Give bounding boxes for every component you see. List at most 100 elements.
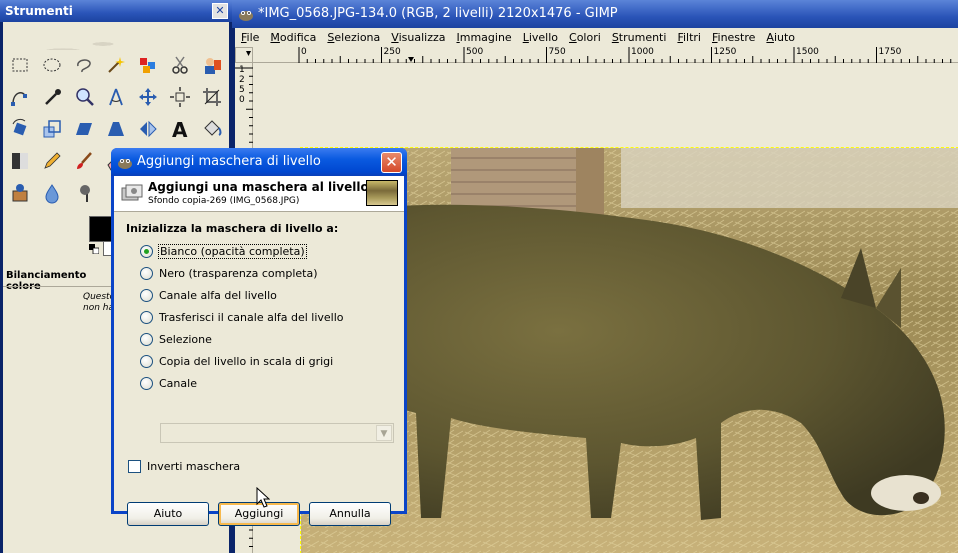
- text-tool-button[interactable]: A: [167, 116, 193, 142]
- pencil-tool-button[interactable]: [39, 148, 65, 174]
- mask-option-radio[interactable]: [140, 376, 153, 390]
- scale-tool-button[interactable]: [39, 116, 65, 142]
- ruler-h-label: 1500: [796, 47, 819, 57]
- menubar: File Modifica Seleziona Visualizza Immagine L…: [235, 28, 958, 46]
- mask-option-radio[interactable]: [140, 310, 153, 324]
- rect-select-icon: [12, 58, 28, 72]
- menu-visualizza[interactable]: Visualizza: [391, 31, 445, 44]
- menu-colori[interactable]: Colori: [569, 31, 601, 44]
- mask-option-row[interactable]: Canale: [140, 374, 197, 392]
- ellipse-select-tool-button[interactable]: [39, 52, 65, 78]
- dodge-tool-button[interactable]: [71, 180, 97, 206]
- perspective-icon: [108, 122, 124, 136]
- clone-tool-button[interactable]: [7, 180, 33, 206]
- image-window-titlebar[interactable]: *IMG_0568.JPG-134.0 (RGB, 2 livelli) 212…: [232, 0, 958, 28]
- fuzzy-select-icon: [108, 57, 125, 73]
- mask-option-label: Canale: [159, 376, 197, 390]
- flip-tool-button[interactable]: [135, 116, 161, 142]
- perspective-tool-button[interactable]: [103, 116, 129, 142]
- flip-icon: [140, 120, 157, 138]
- toolbox-close-button[interactable]: ✕: [212, 3, 228, 19]
- chevron-down-icon[interactable]: ▼: [376, 425, 392, 441]
- crop-tool-button[interactable]: [199, 84, 225, 110]
- dialog-client-area: Aggiungi una maschera al livello Sfondo …: [114, 176, 404, 526]
- channel-select[interactable]: ▼: [160, 423, 394, 443]
- dialog-close-button[interactable]: ✕: [381, 152, 402, 173]
- invert-mask-row[interactable]: Inverti maschera: [128, 458, 240, 474]
- mask-option-label: Bianco (opacità completa): [158, 243, 307, 259]
- ruler-h-label: 1250: [713, 47, 737, 57]
- dialog-header: Aggiungi una maschera al livello Sfondo …: [114, 176, 404, 212]
- layer-thumbnail: [366, 180, 398, 206]
- color-picker-icon: [45, 89, 61, 105]
- menu-seleziona[interactable]: Seleziona: [327, 31, 380, 44]
- mask-option-radio[interactable]: [140, 244, 153, 258]
- smudge-icon: [45, 184, 59, 204]
- color-picker-tool-button[interactable]: [39, 84, 65, 110]
- mask-option-row[interactable]: Bianco (opacità completa): [140, 242, 307, 260]
- rotate-icon: [12, 118, 27, 136]
- tool-options-title: Bilanciamento colore: [6, 270, 87, 292]
- menu-aiuto[interactable]: Aiuto: [766, 31, 795, 44]
- blend-tool-button[interactable]: [7, 148, 33, 174]
- gimp-icon: [239, 11, 253, 21]
- toolbox-titlebar[interactable]: Strumenti: [0, 0, 232, 22]
- rotate-tool-button[interactable]: [7, 116, 33, 142]
- menu-filtri[interactable]: Filtri: [677, 31, 701, 44]
- menu-immagine[interactable]: Immagine: [456, 31, 511, 44]
- bucket-fill-tool-button[interactable]: [199, 116, 225, 142]
- zoom-tool-button[interactable]: [71, 84, 97, 110]
- mask-option-radio[interactable]: [140, 266, 153, 280]
- invert-mask-label: Inverti maschera: [147, 459, 241, 473]
- pencil-icon: [44, 152, 61, 169]
- svg-text:A: A: [172, 118, 188, 140]
- measure-tool-button[interactable]: [103, 84, 129, 110]
- default-colors-icon[interactable]: [89, 244, 99, 254]
- scale-icon: [43, 120, 61, 138]
- crop-icon: [203, 88, 221, 106]
- lasso-tool-button[interactable]: [71, 52, 97, 78]
- move-icon: [139, 88, 157, 106]
- mask-option-radio[interactable]: [140, 332, 153, 346]
- mask-option-radio[interactable]: [140, 288, 153, 302]
- dialog-titlebar[interactable]: Aggiungi maschera di livello: [111, 148, 407, 176]
- cancel-button[interactable]: Annulla: [309, 502, 391, 526]
- horizontal-ruler[interactable]: 0 250 500 750 1000 1250 1500 1750: [253, 47, 958, 63]
- ruler-h-label: 750: [548, 47, 566, 57]
- mouse-pointer-icon: [256, 487, 270, 508]
- move-tool-button[interactable]: [135, 84, 161, 110]
- fuzzy-select-tool-button[interactable]: [103, 52, 129, 78]
- ruler-position-marker: [408, 57, 414, 62]
- rect-select-tool-button[interactable]: [7, 52, 33, 78]
- menu-file[interactable]: File: [241, 31, 259, 44]
- ruler-h-label: 250: [383, 47, 401, 57]
- mask-option-row[interactable]: Selezione: [140, 330, 212, 348]
- menu-modifica[interactable]: Modifica: [270, 31, 316, 44]
- paths-tool-button[interactable]: [7, 84, 33, 110]
- scissors-tool-button[interactable]: [167, 52, 193, 78]
- dialog-title: Aggiungi maschera di livello: [137, 154, 321, 169]
- menu-strumenti[interactable]: Strumenti: [612, 31, 667, 44]
- color-select-tool-button[interactable]: [135, 52, 161, 78]
- ruler-corner-menu[interactable]: [235, 47, 253, 63]
- mask-option-row[interactable]: Nero (trasparenza completa): [140, 264, 318, 282]
- mask-option-radio[interactable]: [140, 354, 153, 368]
- paintbrush-tool-button[interactable]: [71, 148, 97, 174]
- help-button[interactable]: Aiuto: [127, 502, 209, 526]
- paths-icon: [11, 91, 27, 106]
- shear-icon: [76, 123, 92, 135]
- align-tool-button[interactable]: [167, 84, 193, 110]
- paintbrush-icon: [77, 152, 92, 169]
- menu-finestre[interactable]: Finestre: [712, 31, 755, 44]
- shear-tool-button[interactable]: [71, 116, 97, 142]
- wilber-drop-area[interactable]: [3, 22, 229, 50]
- smudge-tool-button[interactable]: [39, 180, 65, 206]
- mask-option-row[interactable]: Trasferisci il canale alfa del livello: [140, 308, 344, 326]
- mask-option-row[interactable]: Canale alfa del livello: [140, 286, 277, 304]
- foreground-select-tool-button[interactable]: [199, 52, 225, 78]
- menu-livello[interactable]: Livello: [523, 31, 558, 44]
- invert-mask-checkbox[interactable]: [128, 459, 141, 473]
- ruler-h-label: 1000: [631, 47, 654, 57]
- mask-option-row[interactable]: Copia del livello in scala di grigi: [140, 352, 333, 370]
- dialog-header-title: Aggiungi una maschera al livello: [148, 180, 369, 194]
